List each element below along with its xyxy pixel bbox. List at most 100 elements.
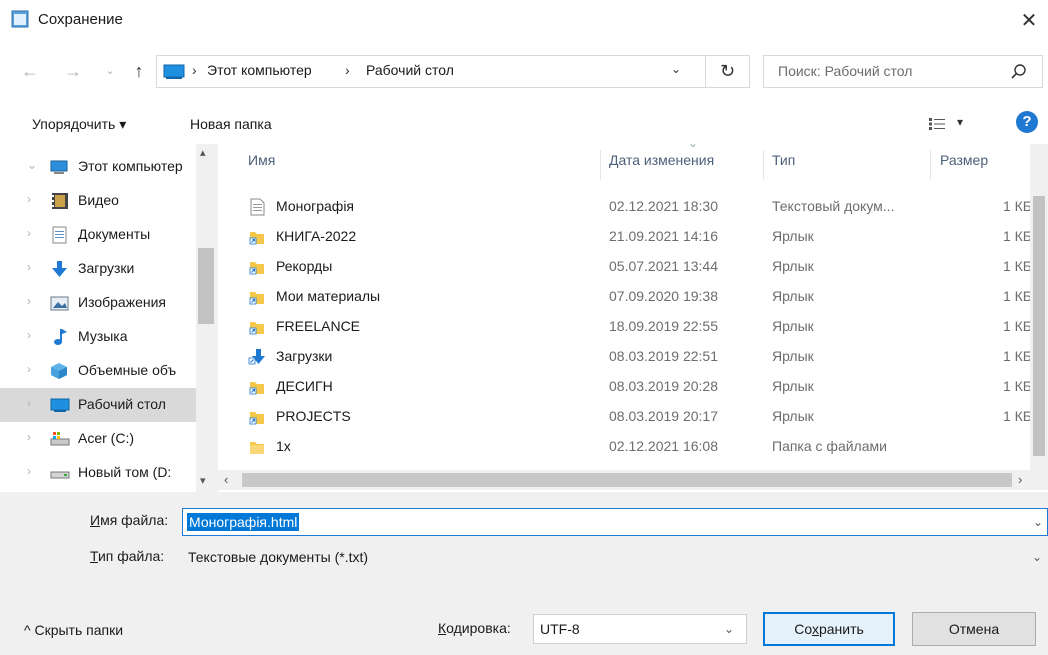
help-button[interactable]: ? (1016, 111, 1038, 133)
column-divider[interactable] (930, 150, 931, 180)
file-list-vertical-scrollbar-thumb[interactable] (1033, 196, 1045, 456)
file-size: 1 КБ (1002, 228, 1032, 244)
save-options-panel: Имя файла: Монографія.html ⌄ Тип файла: … (0, 492, 1048, 655)
expand-chevron-icon[interactable]: ⌄ (27, 158, 37, 172)
breadcrumb-desktop[interactable]: Рабочий стол (366, 62, 454, 78)
breadcrumb-separator[interactable]: › (192, 62, 197, 78)
sidebar-item[interactable]: › Музыка (0, 320, 196, 354)
expand-chevron-icon[interactable]: › (27, 362, 31, 376)
file-list-horizontal-scrollbar-thumb[interactable] (242, 473, 1012, 487)
sidebar-item-label: Рабочий стол (78, 396, 166, 412)
file-name: Загрузки (276, 348, 333, 364)
expand-chevron-icon[interactable]: › (27, 396, 31, 410)
navigation-pane[interactable]: ⌄ Этот компьютер › Видео › Документы › Загрузки… (0, 144, 218, 492)
expand-chevron-icon[interactable]: › (27, 328, 31, 342)
drive-d-icon (50, 471, 70, 479)
address-bar[interactable]: › Этот компьютер › Рабочий стол ⌄ ↻ (156, 55, 750, 88)
breadcrumb-separator[interactable]: › (345, 62, 350, 78)
view-dropdown-arrow[interactable]: ▾ (957, 115, 963, 129)
expand-chevron-icon[interactable]: › (27, 192, 31, 206)
breadcrumb-this-pc[interactable]: Этот компьютер (207, 62, 312, 78)
view-options-button[interactable]: ▾ (929, 114, 975, 136)
file-date: 21.09.2021 14:16 (609, 228, 718, 244)
new-folder-button[interactable]: Новая папка (190, 116, 272, 132)
expand-chevron-icon[interactable]: › (27, 294, 31, 308)
chevron-down-icon[interactable]: ⌄ (724, 622, 734, 636)
sidebar-item-label: Музыка (78, 328, 128, 344)
window-title: Сохранение (38, 11, 123, 28)
file-row[interactable]: КНИГА-2022 21.09.2021 14:16 Ярлык 1 КБ (218, 222, 1032, 252)
nav-scroll-down-button[interactable]: ▾ (200, 474, 206, 487)
file-size: 1 КБ (1002, 378, 1032, 394)
refresh-button[interactable]: ↻ (705, 56, 749, 87)
sidebar-item[interactable]: › Новый том (D: (0, 456, 196, 490)
sidebar-item-label: Acer (C:) (78, 430, 134, 446)
sidebar-item-label: Этот компьютер (78, 158, 183, 174)
details-view-icon (929, 118, 945, 130)
chevron-down-icon[interactable]: ⌄ (1032, 550, 1042, 564)
desktop-icon (50, 398, 70, 412)
column-header-type[interactable]: Тип (772, 152, 795, 168)
filename-field[interactable]: Монографія.html ⌄ (182, 508, 1048, 536)
sidebar-item[interactable]: › Объемные объ (0, 354, 196, 388)
folder-shortcut-icon (249, 232, 264, 245)
expand-chevron-icon[interactable]: › (27, 260, 31, 274)
column-header-size[interactable]: Размер (940, 152, 988, 168)
save-button[interactable]: Сохранить (763, 612, 895, 646)
file-type: Папка с файлами (772, 438, 887, 454)
filename-value[interactable]: Монографія.html (187, 513, 300, 531)
expand-chevron-icon[interactable]: › (27, 464, 31, 478)
expand-chevron-icon[interactable]: › (27, 226, 31, 240)
close-button[interactable]: ✕ (1014, 6, 1044, 36)
forward-button[interactable]: → (62, 58, 84, 84)
filetype-value[interactable]: Текстовые документы (*.txt) (188, 549, 368, 565)
sidebar-item[interactable]: › Видео (0, 184, 196, 218)
scroll-left-button[interactable]: ‹ (224, 472, 228, 487)
organize-button[interactable]: Упорядочить ▾ (32, 116, 126, 133)
folder-shortcut-icon (249, 382, 264, 395)
file-row[interactable]: Мои материалы 07.09.2020 19:38 Ярлык 1 КБ (218, 282, 1032, 312)
filetype-select[interactable]: Текстовые документы (*.txt) ⌄ (182, 544, 1048, 572)
back-button[interactable]: ← (19, 58, 41, 84)
file-size: 1 КБ (1002, 408, 1032, 424)
sidebar-item[interactable]: ⌄ Этот компьютер (0, 150, 196, 184)
search-input[interactable]: Поиск: Рабочий стол (763, 55, 1043, 88)
nav-scroll-up-button[interactable]: ▴ (200, 146, 206, 159)
sidebar-item[interactable]: › Рабочий стол (0, 388, 196, 422)
column-divider[interactable] (600, 150, 601, 180)
scroll-right-button[interactable]: › (1018, 472, 1022, 487)
file-row[interactable]: Рекорды 05.07.2021 13:44 Ярлык 1 КБ (218, 252, 1032, 282)
column-header-date[interactable]: Дата изменения (609, 152, 714, 168)
video-icon (52, 193, 68, 209)
sidebar-item[interactable]: › Изображения (0, 286, 196, 320)
file-row[interactable]: 1x 02.12.2021 16:08 Папка с файлами (218, 432, 1030, 462)
sidebar-item-label: Видео (78, 192, 119, 208)
search-icon[interactable] (1010, 63, 1028, 81)
column-divider[interactable] (763, 150, 764, 180)
file-row[interactable]: ДЕСИГН 08.03.2019 20:28 Ярлык 1 КБ (218, 372, 1032, 402)
encoding-select[interactable]: UTF-8 ⌄ (533, 614, 747, 644)
address-history-dropdown[interactable]: ⌄ (671, 62, 681, 76)
file-row[interactable]: FREELANCE 18.09.2019 22:55 Ярлык 1 КБ (218, 312, 1032, 342)
file-row[interactable]: Загрузки 08.03.2019 22:51 Ярлык 1 КБ (218, 342, 1032, 372)
column-header-name[interactable]: Имя (248, 152, 275, 168)
sidebar-item[interactable]: › Acer (C:) (0, 422, 196, 456)
file-list[interactable]: ⌄ Имя Дата изменения Тип Размер Монограф… (218, 144, 1048, 492)
expand-chevron-icon[interactable]: › (27, 430, 31, 444)
file-row[interactable]: PROJECTS 08.03.2019 20:17 Ярлык 1 КБ (218, 402, 1032, 432)
sidebar-item[interactable]: › Документы (0, 218, 196, 252)
chevron-down-icon[interactable]: ⌄ (1033, 515, 1043, 529)
nav-scrollbar-thumb[interactable] (198, 248, 214, 324)
encoding-value[interactable]: UTF-8 (540, 621, 580, 637)
cancel-button[interactable]: Отмена (912, 612, 1036, 646)
recent-locations-button[interactable]: ⌄ (99, 58, 121, 84)
file-name: Рекорды (276, 258, 333, 274)
up-button[interactable]: ↑ (128, 58, 150, 84)
images-icon (50, 296, 69, 311)
hide-folders-button[interactable]: ^ Скрыть папки (24, 622, 123, 638)
sidebar-item[interactable]: › Загрузки (0, 252, 196, 286)
file-row[interactable]: Монографія 02.12.2021 18:30 Текстовый доку… (218, 192, 1032, 222)
file-size: 1 КБ (1002, 198, 1032, 214)
desktop-icon (163, 64, 185, 79)
folder-shortcut-icon (249, 292, 264, 305)
